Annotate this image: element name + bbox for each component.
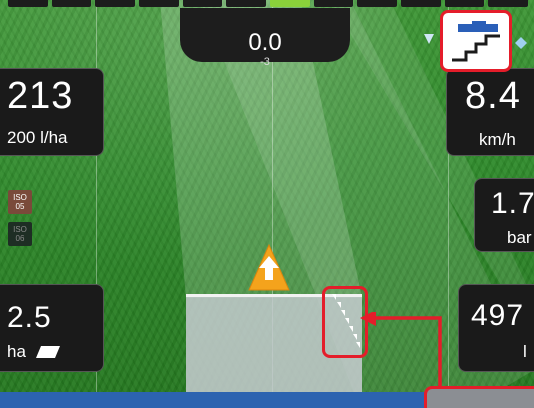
segment (488, 0, 529, 7)
iso-badge-05[interactable]: ISO 05 (8, 190, 32, 214)
area-unit: ha (7, 342, 26, 361)
iso-badge-06[interactable]: ISO 06 (8, 222, 32, 246)
pressure-unit: bar (507, 228, 532, 247)
pressure-widget[interactable]: 1.7 bar (474, 178, 534, 252)
area-unit-row: ha (7, 343, 61, 361)
segment (8, 0, 48, 7)
pressure-value: 1.7 (491, 187, 534, 220)
heading-display[interactable]: 0.0 -3 (180, 8, 350, 68)
heading-offset: -3 (260, 56, 270, 68)
volume-value: 497 (471, 299, 525, 332)
section-control-mode-button[interactable] (440, 10, 512, 72)
speed-unit: km/h (479, 130, 516, 149)
iso-number: 06 (15, 234, 25, 243)
parallelogram-area-icon (35, 346, 60, 358)
application-rate-widget[interactable]: 213 200 l/ha (0, 68, 104, 156)
bottom-right-button[interactable] (424, 386, 534, 408)
area-value: 2.5 (7, 301, 52, 334)
segment (51, 0, 92, 7)
heading-value: 0.0 (248, 29, 282, 56)
area-widget[interactable]: 2.5 ha (0, 284, 104, 372)
speed-value: 8.4 (465, 75, 521, 117)
segment (357, 0, 398, 7)
iso-label: ISO (13, 193, 27, 202)
segment (95, 0, 136, 7)
segment (313, 0, 354, 7)
speed-widget[interactable]: 8.4 km/h (446, 68, 534, 156)
section-control-mode-icon (452, 21, 500, 62)
rate-value: 213 (7, 75, 74, 117)
rate-target: 200 l/ha (7, 128, 68, 147)
iso-number: 05 (15, 202, 25, 211)
segment (401, 0, 441, 7)
up-arrow-triangle-icon[interactable] (248, 244, 290, 292)
iso-label: ISO (13, 225, 27, 234)
nozzle-left-icon (424, 34, 434, 44)
map-view: 0.0 -3 213 200 l/ha ISO 05 ISO 06 2.5 ha… (0, 0, 534, 408)
segment (139, 0, 179, 7)
tank-volume-widget[interactable]: 497 l (458, 284, 534, 372)
nozzle-right-icon (515, 37, 527, 49)
volume-unit: l (523, 342, 527, 361)
segment (182, 0, 223, 7)
segment-active (270, 0, 310, 7)
segment (226, 0, 267, 7)
segment (444, 0, 485, 7)
